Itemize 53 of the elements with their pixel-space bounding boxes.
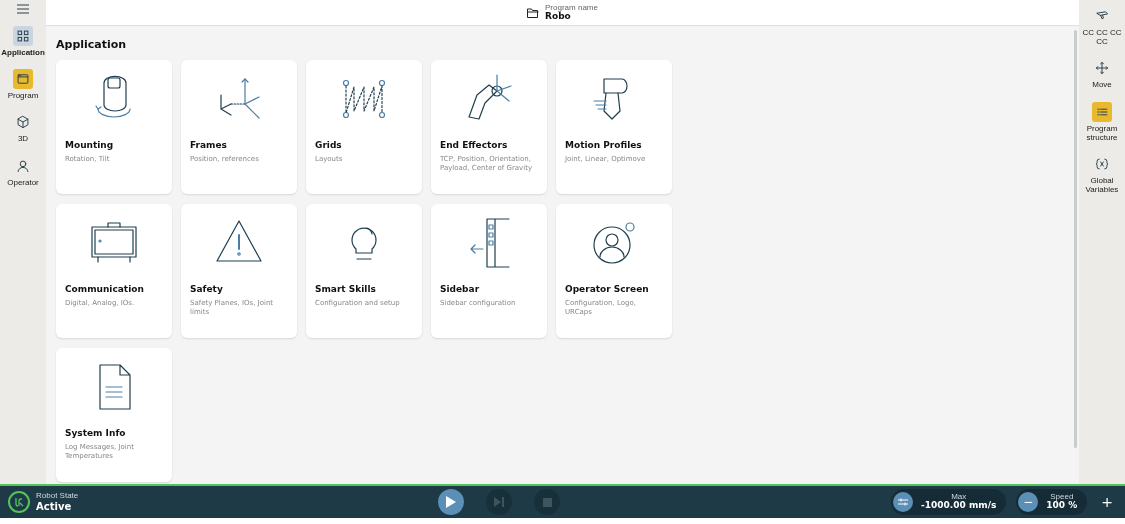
robot-state: Active [36, 500, 73, 512]
speed-caption: Speed [1050, 492, 1074, 502]
card-title: Grids [315, 140, 343, 150]
sliders-icon [898, 498, 909, 506]
nav-label: Move [1092, 80, 1112, 90]
skip-icon [494, 497, 504, 507]
nav-item[interactable]: Program [7, 69, 39, 101]
card-title: Safety [190, 284, 224, 294]
nav-item[interactable]: Operator [7, 155, 39, 187]
nav-label: Application [1, 48, 45, 58]
person-icon [16, 158, 30, 173]
nav-label: Global Variables [1084, 175, 1120, 195]
card-title: End Effectors [440, 140, 509, 150]
speed-value: 100 % [1046, 501, 1078, 512]
window-icon [16, 72, 30, 87]
nav-item[interactable]: CC CC CC CC [1079, 6, 1125, 47]
nav-item[interactable]: 3D [13, 112, 33, 144]
play-button[interactable] [438, 489, 464, 515]
card-title: Smart Skills [315, 284, 377, 294]
increase-button[interactable]: + [1097, 494, 1117, 510]
folder-icon [527, 7, 540, 18]
grid-icon [16, 29, 30, 43]
program-caption: Program name [545, 3, 598, 12]
adjust-button[interactable] [893, 492, 914, 512]
variable-icon [1095, 156, 1109, 171]
nav-item[interactable]: Global Variables [1079, 153, 1125, 195]
card-title: System Info [65, 428, 127, 438]
nav-label: Program structure [1085, 123, 1119, 142]
section-title: Application [56, 38, 128, 51]
menu-icon[interactable] [17, 4, 29, 14]
program-name: Robo [545, 11, 571, 22]
nav-item[interactable]: Application [1, 26, 45, 58]
card-title: Sidebar [440, 284, 481, 294]
nav-item[interactable]: Move [1092, 58, 1112, 90]
state-caption: Robot State [36, 492, 79, 501]
play-icon [446, 496, 456, 508]
logo-icon [8, 491, 30, 513]
nav-label: Program [7, 91, 39, 101]
max-value: -1000.00 mm/s [921, 501, 997, 512]
nav-label: Operator [7, 177, 39, 187]
scrollbar[interactable] [1073, 30, 1077, 448]
stop-icon [542, 497, 552, 507]
move-arrows-icon [1095, 61, 1109, 76]
card-title: Frames [190, 140, 228, 150]
card-title: Motion Profiles [565, 140, 643, 150]
card-title: Communication [65, 284, 145, 294]
max-caption: Max [951, 492, 967, 501]
card-title: Operator Screen [565, 284, 650, 294]
nav-item[interactable]: Program structure [1079, 101, 1125, 142]
nav-label: CC CC CC CC [1081, 28, 1123, 47]
cube-icon [16, 115, 30, 130]
nav-label: 3D [17, 134, 29, 144]
card-title: Mounting [65, 140, 115, 150]
